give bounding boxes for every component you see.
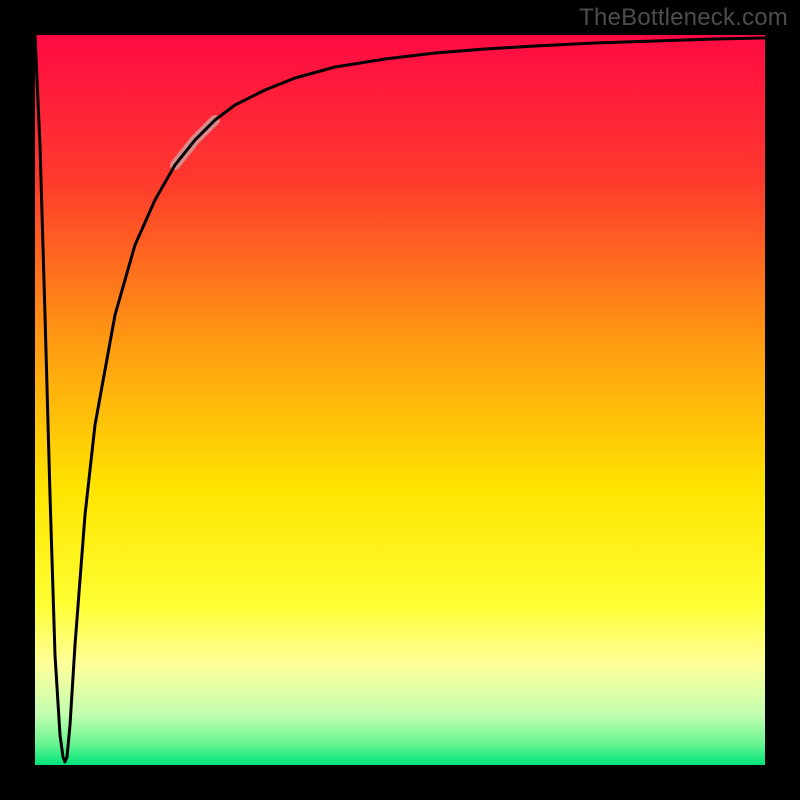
curve-layer: [35, 35, 765, 765]
plot-area: [35, 35, 765, 765]
watermark-text: TheBottleneck.com: [579, 4, 788, 32]
main-curve: [35, 35, 765, 762]
chart-frame: TheBottleneck.com: [0, 0, 800, 800]
